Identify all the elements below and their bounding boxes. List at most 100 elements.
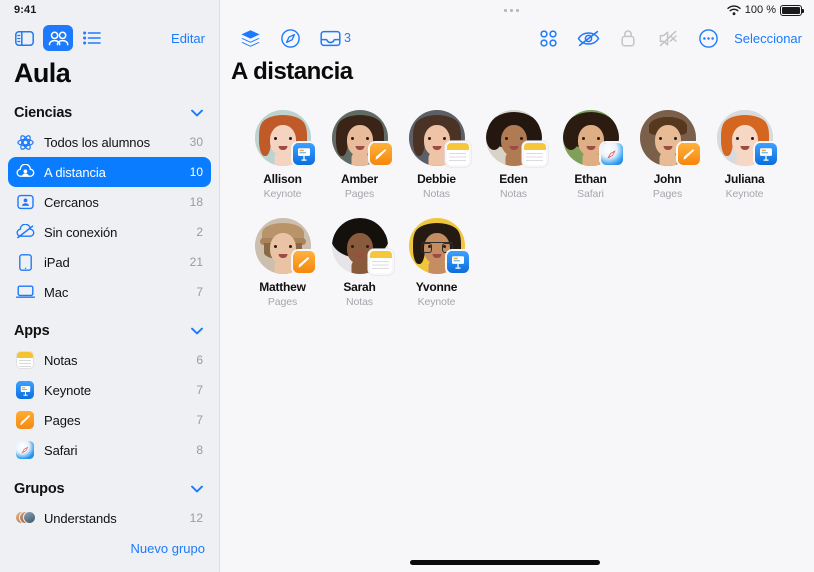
- sidebar-item-count: 18: [189, 195, 203, 209]
- wifi-icon: [727, 4, 741, 16]
- section-label: Ciencias: [14, 105, 73, 121]
- sidebar-item-count: 12: [189, 511, 203, 525]
- section-label: Grupos: [14, 481, 65, 497]
- status-bar-indicators: 100 %: [727, 0, 805, 20]
- student-card[interactable]: Yvonne Keynote: [398, 216, 475, 308]
- sidebar-item-safari[interactable]: Safari 8: [8, 435, 211, 465]
- chevron-down-icon[interactable]: [191, 109, 203, 117]
- compass-icon[interactable]: [270, 23, 310, 53]
- sidebar-item-count: 7: [196, 285, 203, 299]
- list-view-icon[interactable]: [77, 25, 107, 51]
- edit-button[interactable]: Editar: [171, 31, 207, 46]
- inbox-tray-icon[interactable]: 3: [310, 23, 361, 53]
- status-bar-right-area: 100 %: [220, 0, 814, 20]
- sidebar-item-label: Keynote: [44, 382, 92, 398]
- avatar-wrap: [254, 110, 315, 166]
- sidebar-item-ipad[interactable]: iPad 21: [8, 247, 211, 277]
- section-header-grupos[interactable]: Grupos: [0, 475, 219, 503]
- lock-icon: [608, 23, 648, 53]
- section-header-ciencias[interactable]: Ciencias: [0, 99, 219, 127]
- sidebar-item-mac[interactable]: Mac 7: [8, 277, 211, 307]
- new-group-button[interactable]: Nuevo grupo: [131, 541, 205, 556]
- sidebar-sections: Ciencias Todos los alumnos 30 A distanci…: [0, 99, 219, 534]
- sidebar-item-a-distancia[interactable]: A distancia 10: [8, 157, 211, 187]
- avatar-wrap: [331, 218, 392, 274]
- sidebar-item-pages[interactable]: Pages 7: [8, 405, 211, 435]
- student-app: Keynote: [725, 188, 764, 200]
- sidebar-item-count: 7: [196, 383, 203, 397]
- more-circle-icon[interactable]: [688, 23, 728, 53]
- main-toolbar: 3 Seleccionar: [220, 20, 814, 56]
- sidebar-item-label: A distancia: [44, 164, 106, 180]
- sidebar-item-notas[interactable]: Notas 6: [8, 345, 211, 375]
- remote-cloud-person-icon: [14, 162, 36, 182]
- select-button[interactable]: Seleccionar: [728, 31, 802, 46]
- student-card[interactable]: Amber Pages: [321, 108, 398, 200]
- student-app: Keynote: [417, 296, 456, 308]
- sidebar-item-count: 7: [196, 413, 203, 427]
- student-card[interactable]: Allison Keynote: [244, 108, 321, 200]
- sidebar-item-count: 8: [196, 443, 203, 457]
- student-card[interactable]: Juliana Keynote: [706, 108, 783, 200]
- people-grid-view-icon[interactable]: [43, 25, 73, 51]
- section-header-apps[interactable]: Apps: [0, 317, 219, 345]
- chevron-down-icon[interactable]: [191, 327, 203, 335]
- status-bar-left: 9:41: [0, 0, 219, 20]
- avatar-wrap: [331, 110, 392, 166]
- student-card[interactable]: Ethan Safari: [552, 108, 629, 200]
- sidebar-toggle-icon[interactable]: [9, 25, 39, 51]
- sidebar-item-sin-conexion[interactable]: Sin conexión 2: [8, 217, 211, 247]
- student-app: Safari: [577, 188, 604, 200]
- student-app: Pages: [267, 296, 298, 308]
- sidebar: 9:41 Editar Aula Ciencias Todos los alum…: [0, 0, 220, 572]
- pages-badge-icon: [677, 143, 700, 165]
- notas-badge-icon: [369, 251, 392, 273]
- student-name: Eden: [499, 172, 528, 186]
- layers-icon[interactable]: [230, 23, 270, 53]
- sidebar-item-understands[interactable]: Understands 12: [8, 503, 211, 533]
- home-indicator-area: [220, 550, 814, 572]
- chevron-down-icon[interactable]: [191, 485, 203, 493]
- sidebar-item-count: 21: [189, 255, 203, 269]
- avatar-wrap: [254, 218, 315, 274]
- sidebar-item-label: Safari: [44, 442, 78, 458]
- keynote-app-icon: [14, 380, 36, 400]
- sidebar-item-keynote[interactable]: Keynote 7: [8, 375, 211, 405]
- section-label: Apps: [14, 323, 50, 339]
- student-name: Allison: [263, 172, 302, 186]
- sidebar-item-label: Understands: [44, 510, 117, 526]
- student-card[interactable]: Debbie Notas: [398, 108, 475, 200]
- drag-handle-dots-icon[interactable]: [503, 8, 519, 12]
- mac-laptop-icon: [14, 282, 36, 302]
- home-indicator-bar[interactable]: [410, 560, 600, 565]
- sidebar-item-count: 6: [196, 353, 203, 367]
- student-name: Yvonne: [415, 280, 458, 294]
- student-card[interactable]: Eden Notas: [475, 108, 552, 200]
- grid-four-dots-icon[interactable]: [528, 23, 568, 53]
- all-students-icon: [14, 132, 36, 152]
- sidebar-footer: Nuevo grupo: [0, 534, 219, 572]
- student-grid: Allison Keynote Amber Pages Debbie Notas Eden N…: [220, 86, 814, 550]
- notes-app-icon: [14, 350, 36, 370]
- sidebar-item-count: 30: [189, 135, 203, 149]
- avatar-wrap: [485, 110, 546, 166]
- avatar-wrap: [408, 110, 469, 166]
- main-content: 100 % 3 Seleccionar A distancia Allison …: [220, 0, 814, 572]
- student-card[interactable]: John Pages: [629, 108, 706, 200]
- student-card[interactable]: Sarah Notas: [321, 216, 398, 308]
- sidebar-item-todos-los-alumnos[interactable]: Todos los alumnos 30: [8, 127, 211, 157]
- main-heading: A distancia: [231, 58, 353, 85]
- ipad-icon: [14, 252, 36, 272]
- student-card[interactable]: Matthew Pages: [244, 216, 321, 308]
- safari-badge-icon: [600, 143, 623, 165]
- page-title: Aula: [14, 58, 71, 88]
- student-name: John: [653, 172, 682, 186]
- student-app: Notas: [423, 188, 450, 200]
- notas-badge-icon: [523, 143, 546, 165]
- sidebar-item-label: Todos los alumnos: [44, 134, 150, 150]
- eye-slash-icon[interactable]: [568, 23, 608, 53]
- glasses-icon: [420, 242, 453, 253]
- ipad-classroom-app-window: 9:41 Editar Aula Ciencias Todos los alum…: [0, 0, 814, 572]
- sidebar-item-cercanos[interactable]: Cercanos 18: [8, 187, 211, 217]
- sidebar-toolbar: Editar: [0, 20, 219, 56]
